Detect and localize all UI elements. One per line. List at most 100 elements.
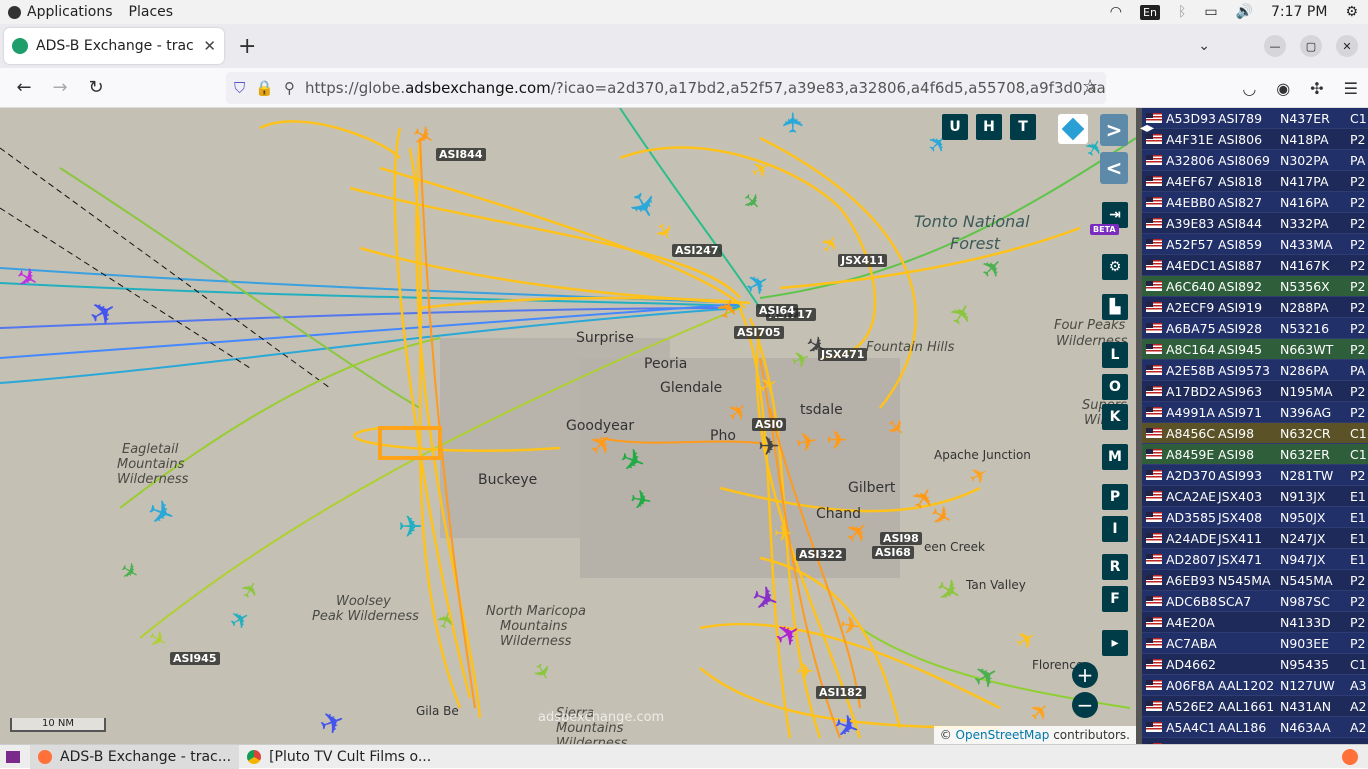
- table-row[interactable]: A06F8A AAL1202 N127UW A3: [1142, 675, 1368, 696]
- map-button-h[interactable]: H: [976, 114, 1002, 140]
- table-row[interactable]: A8459E ASI98 N632ER C1: [1142, 444, 1368, 465]
- table-row[interactable]: A4F31E ASI806 N418PA P2: [1142, 129, 1368, 150]
- table-row[interactable]: A17BD2 ASI963 N195MA P2: [1142, 381, 1368, 402]
- battery-icon[interactable]: ▭: [1204, 4, 1217, 20]
- table-row[interactable]: A39E83 ASI844 N332PA P2: [1142, 213, 1368, 234]
- places-menu[interactable]: Places: [129, 4, 174, 20]
- zoom-out-button[interactable]: −: [1072, 692, 1098, 718]
- applications-menu[interactable]: Applications: [8, 4, 113, 20]
- reload-button[interactable]: ↻: [78, 77, 114, 98]
- map-button-m[interactable]: M: [1102, 444, 1128, 470]
- table-row[interactable]: A4991A ASI971 N396AG P2: [1142, 402, 1368, 423]
- aircraft-icon[interactable]: ✈: [398, 510, 423, 545]
- table-row[interactable]: A4EF67 ASI818 N417PA P2: [1142, 171, 1368, 192]
- table-row[interactable]: A6BA75 ASI928 N53216 P2: [1142, 318, 1368, 339]
- clock[interactable]: 7:17 PM: [1271, 4, 1327, 20]
- aircraft-icon[interactable]: ✈: [777, 111, 810, 134]
- url-bar[interactable]: ⛉ 🔒 ⚲ https://globe.adsbexchange.com/?ic…: [226, 72, 1106, 104]
- table-row[interactable]: A526E2 AAL1661 N431AN A2: [1142, 696, 1368, 717]
- flight-label[interactable]: ASI705: [734, 326, 784, 339]
- table-row[interactable]: AD4662 N95435 C1: [1142, 654, 1368, 675]
- settings-gear-icon[interactable]: ⚙: [1345, 4, 1358, 20]
- stats-icon[interactable]: ▙: [1102, 294, 1128, 320]
- table-row[interactable]: A2D370 ASI993 N281TW P2: [1142, 465, 1368, 486]
- aircraft-icon[interactable]: ✈: [758, 432, 780, 462]
- aircraft-icon[interactable]: ✈: [826, 426, 848, 456]
- table-row[interactable]: AD2807 JSX471 N947JX E1: [1142, 549, 1368, 570]
- table-row[interactable]: A4E20A N4133D P2: [1142, 612, 1368, 633]
- tracking-shield-icon[interactable]: ⛉: [234, 79, 245, 97]
- settings-icon[interactable]: ⚙: [1102, 254, 1128, 280]
- task-adsb-exchange[interactable]: ADS-B Exchange - trac...: [30, 744, 240, 769]
- flight-label[interactable]: JSX411: [838, 254, 888, 267]
- new-tab-button[interactable]: +: [238, 34, 256, 59]
- extensions-icon[interactable]: ✣: [1310, 79, 1323, 98]
- tab-adsb-exchange[interactable]: ADS-B Exchange - track a ✕: [4, 28, 224, 64]
- back-button[interactable]: ←: [6, 77, 42, 98]
- flight-label[interactable]: ASI247: [672, 244, 722, 257]
- flight-label[interactable]: ASI945: [170, 652, 220, 665]
- bookmark-star-icon[interactable]: ☆: [1082, 76, 1098, 97]
- replay-icon[interactable]: ▸: [1102, 630, 1128, 656]
- close-window-button[interactable]: ✕: [1336, 35, 1358, 57]
- close-tab-icon[interactable]: ✕: [203, 37, 216, 55]
- show-desktop-icon[interactable]: [6, 750, 20, 763]
- table-row[interactable]: A8456C ASI98 N632CR C1: [1142, 423, 1368, 444]
- lock-icon[interactable]: 🔒: [255, 79, 274, 97]
- flight-label[interactable]: JSX471: [818, 348, 868, 361]
- table-row[interactable]: AC7ABA N903EE P2: [1142, 633, 1368, 654]
- menu-hamburger-icon[interactable]: ☰: [1344, 79, 1358, 98]
- collapse-panel-arrow-icon[interactable]: <: [1100, 152, 1128, 184]
- table-row[interactable]: A5A4C1 AAL186 N463AA A2: [1142, 717, 1368, 738]
- resize-arrows-icon[interactable]: ◂▸: [1140, 120, 1154, 136]
- aircraft-icon[interactable]: ✈: [774, 522, 792, 547]
- table-row[interactable]: A6EB93 N545MA N545MA P2: [1142, 570, 1368, 591]
- keyboard-layout[interactable]: En: [1140, 4, 1160, 20]
- zoom-in-button[interactable]: +: [1072, 662, 1098, 688]
- map-button-f[interactable]: F: [1102, 586, 1128, 612]
- map-button-t[interactable]: T: [1010, 114, 1036, 140]
- map-button-u[interactable]: U: [942, 114, 968, 140]
- flight-label[interactable]: ASI98: [880, 532, 922, 545]
- forward-button[interactable]: →: [42, 77, 78, 98]
- task-pluto-tv[interactable]: [Pluto TV Cult Films o...: [239, 745, 439, 769]
- table-row[interactable]: AD3585 JSX408 N950JX E1: [1142, 507, 1368, 528]
- table-row[interactable]: A2E58B ASI9573 N286PA PA: [1142, 360, 1368, 381]
- table-row[interactable]: A24ADE JSX411 N247JX E1: [1142, 528, 1368, 549]
- table-row[interactable]: A8C164 ASI945 N663WT P2: [1142, 339, 1368, 360]
- map-button-p[interactable]: P: [1102, 484, 1128, 510]
- list-tabs-chevron-icon[interactable]: ⌄: [1198, 38, 1210, 54]
- map-button-k[interactable]: K: [1102, 404, 1128, 430]
- expand-panel-arrow-icon[interactable]: >: [1100, 114, 1128, 146]
- bluetooth-icon[interactable]: ᛒ: [1178, 4, 1186, 20]
- map-button-l[interactable]: L: [1102, 342, 1128, 368]
- volume-icon[interactable]: 🔊: [1236, 4, 1253, 20]
- map-button-i[interactable]: I: [1102, 516, 1128, 542]
- maximize-button[interactable]: ▢: [1300, 35, 1322, 57]
- table-row[interactable]: A4EDC1 ASI887 N4167K P2: [1142, 255, 1368, 276]
- layers-button[interactable]: [1058, 114, 1088, 144]
- flight-label[interactable]: ASI182: [816, 686, 866, 699]
- table-row[interactable]: A32806 ASI8069 N302PA PA: [1142, 150, 1368, 171]
- permissions-icon[interactable]: ⚲: [284, 79, 295, 97]
- osm-link[interactable]: OpenStreetMap: [956, 728, 1050, 742]
- map-view[interactable]: Tonto National Forest Four Peaks Wildern…: [0, 108, 1136, 744]
- table-row[interactable]: ACA2AE JSX403 N913JX E1: [1142, 486, 1368, 507]
- flight-label[interactable]: ASI68: [872, 546, 914, 559]
- table-row[interactable]: A52F57 ASI859 N433MA P2: [1142, 234, 1368, 255]
- account-icon[interactable]: ◉: [1276, 79, 1290, 98]
- table-row[interactable]: ADC6B8 SCA7 N987SC P2: [1142, 591, 1368, 612]
- flight-label[interactable]: ASI844: [436, 148, 486, 161]
- map-button-r[interactable]: R: [1102, 554, 1128, 580]
- table-row[interactable]: A2ECF9 ASI919 N288PA P2: [1142, 297, 1368, 318]
- aircraft-icon[interactable]: ✈: [796, 660, 814, 685]
- map-button-o[interactable]: O: [1102, 374, 1128, 400]
- aircraft-table[interactable]: ◂▸ A53D93 ASI789 N437ER C1 A4F31E ASI806 N418P…: [1136, 108, 1368, 744]
- table-row[interactable]: A6C640 ASI892 N5356X P2: [1142, 276, 1368, 297]
- flight-label[interactable]: ASI64: [756, 304, 798, 317]
- flight-label[interactable]: ASI0: [752, 418, 787, 431]
- table-row[interactable]: A4EBB0 ASI827 N416PA P2: [1142, 192, 1368, 213]
- flight-label[interactable]: ASI322: [796, 548, 846, 561]
- table-row[interactable]: A53D93 ASI789 N437ER C1: [1142, 108, 1368, 129]
- firefox-tray-icon[interactable]: [1342, 749, 1358, 765]
